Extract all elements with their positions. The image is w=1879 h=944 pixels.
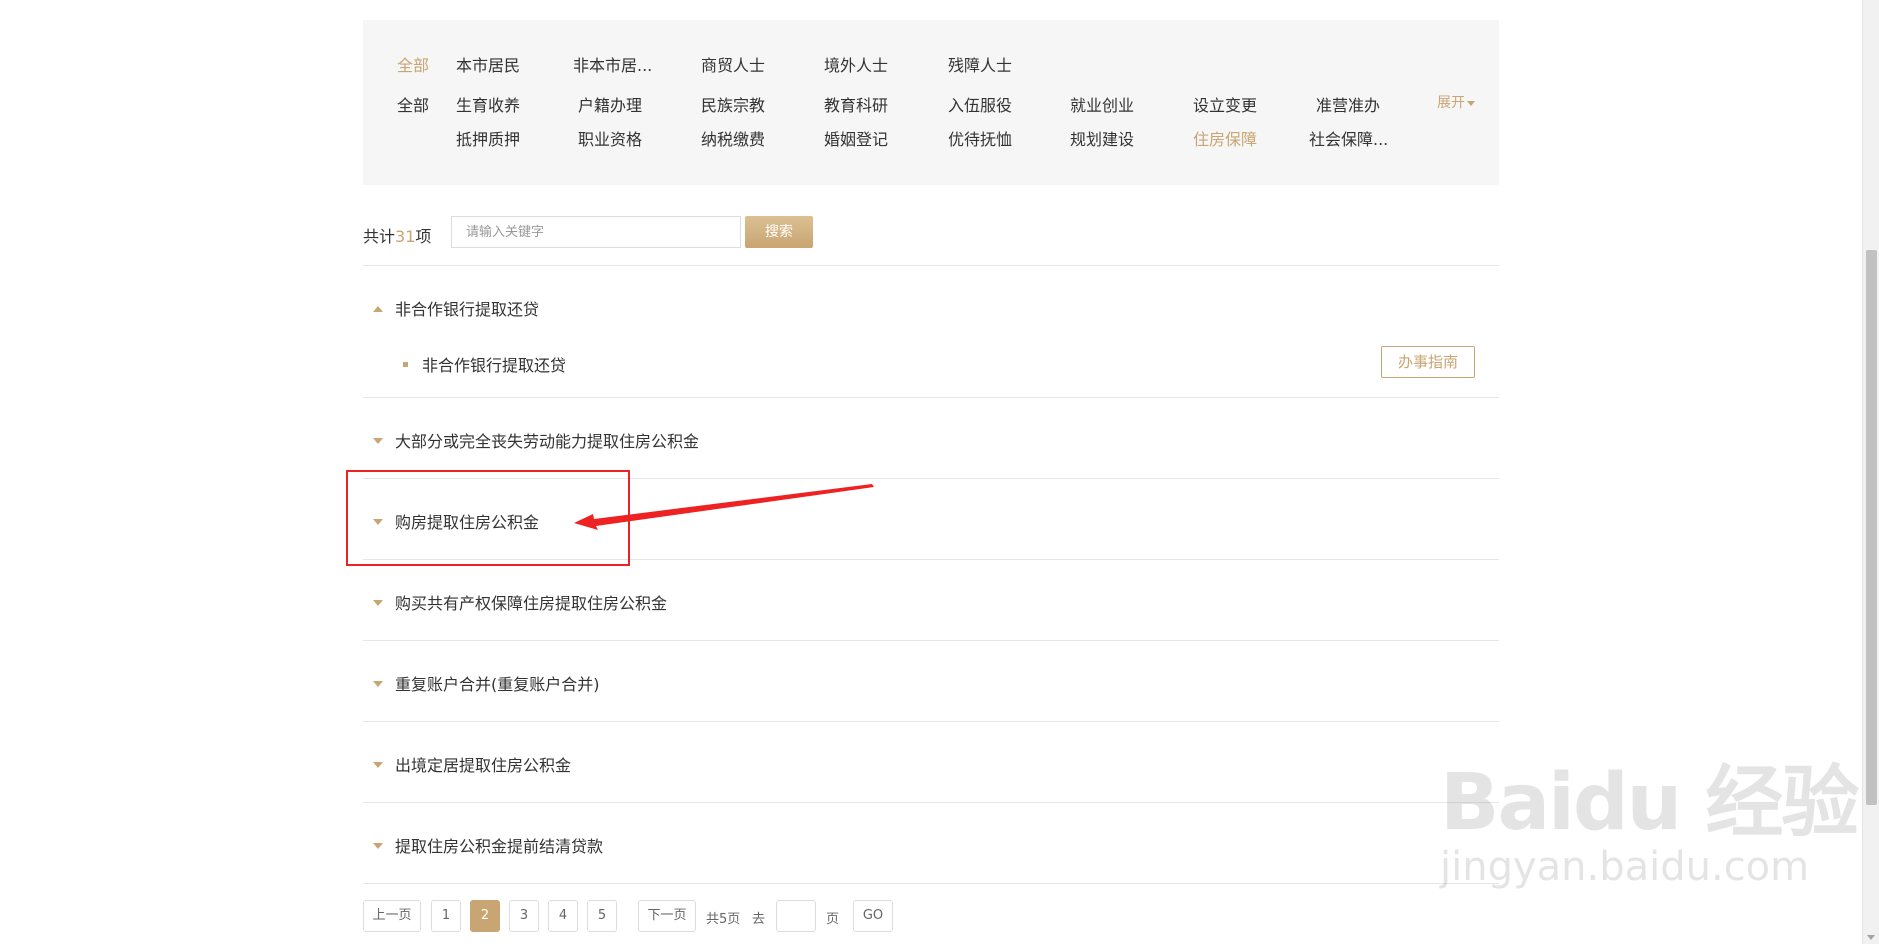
filter-all-audience[interactable]: 全部: [397, 52, 429, 76]
filter-topic-marriage-registration[interactable]: 婚姻登记: [824, 126, 888, 150]
filter-topic-preferential-care[interactable]: 优待抚恤: [948, 126, 1012, 150]
filter-topic-military-service[interactable]: 入伍服役: [948, 92, 1012, 116]
page-button[interactable]: 5: [587, 900, 617, 932]
search-input[interactable]: [451, 216, 741, 248]
category-filter-panel: 全部 本市居民 非本市居... 商贸人士 境外人士 残障人士 全部 生育收养 户…: [363, 20, 1499, 185]
accordion-item: 出境定居提取住房公积金: [363, 722, 1499, 803]
filter-topic-planning-construction[interactable]: 规划建设: [1070, 126, 1134, 150]
page-button-current[interactable]: 2: [470, 900, 500, 932]
expand-label: 展开: [1437, 95, 1465, 111]
accordion-item: 提取住房公积金提前结清贷款: [363, 803, 1499, 884]
count-prefix: 共计: [363, 227, 396, 246]
caret-down-icon: [373, 842, 383, 849]
filter-topic-ethnic-religion[interactable]: 民族宗教: [701, 92, 765, 116]
filter-topic-social-security[interactable]: 社会保障...: [1309, 126, 1388, 150]
accordion-title: 购房提取住房公积金: [395, 513, 540, 532]
caret-down-icon: [373, 680, 383, 687]
accordion-header[interactable]: 出境定居提取住房公积金: [373, 752, 571, 776]
page-button[interactable]: 1: [431, 900, 461, 932]
accordion-title: 重复账户合并(重复账户合并): [395, 675, 600, 694]
count-number: 31: [395, 227, 416, 246]
filter-topic-employment[interactable]: 就业创业: [1070, 92, 1134, 116]
search-button[interactable]: 搜索: [745, 216, 813, 248]
search-row: 共计31项 搜索: [363, 215, 1499, 249]
filter-audience-business[interactable]: 商贸人士: [701, 52, 765, 76]
vertical-scrollbar[interactable]: [1862, 0, 1879, 944]
page-button[interactable]: 3: [509, 900, 539, 932]
accordion-item: 购房提取住房公积金: [363, 479, 1499, 560]
go-button[interactable]: GO: [853, 900, 893, 932]
accordion-title: 提取住房公积金提前结清贷款: [395, 837, 604, 856]
filter-topic-tax-payment[interactable]: 纳税缴费: [701, 126, 765, 150]
filter-topic-childbirth-adoption[interactable]: 生育收养: [456, 92, 520, 116]
filter-all-topic[interactable]: 全部: [397, 92, 429, 116]
scroll-down-arrow-icon[interactable]: [1867, 935, 1875, 940]
service-guide-button[interactable]: 办事指南: [1381, 346, 1475, 378]
result-count: 共计31项: [363, 223, 431, 247]
goto-label: 去: [752, 912, 766, 927]
total-pages: 共5页: [706, 912, 741, 927]
filter-topic-housing-security[interactable]: 住房保障: [1193, 126, 1257, 150]
filter-topic-household-registration[interactable]: 户籍办理: [578, 92, 642, 116]
accordion-header[interactable]: 大部分或完全丧失劳动能力提取住房公积金: [373, 428, 699, 452]
caret-down-icon: [373, 437, 383, 444]
filter-topic-establishment-change[interactable]: 设立变更: [1193, 92, 1257, 116]
next-page-button[interactable]: 下一页: [638, 900, 696, 932]
accordion-header[interactable]: 非合作银行提取还贷: [373, 296, 539, 320]
accordion-title: 非合作银行提取还贷: [395, 300, 540, 319]
filter-topic-professional-qualification[interactable]: 职业资格: [578, 126, 642, 150]
filter-audience-overseas[interactable]: 境外人士: [824, 52, 888, 76]
accordion-item: 大部分或完全丧失劳动能力提取住房公积金: [363, 398, 1499, 479]
caret-up-icon: [373, 305, 383, 312]
page-button[interactable]: 4: [548, 900, 578, 932]
filter-audience-non-local[interactable]: 非本市居...: [573, 52, 652, 76]
scrollbar-thumb[interactable]: [1866, 250, 1877, 805]
service-item[interactable]: 非合作银行提取还贷: [403, 352, 566, 376]
caret-down-icon: [373, 518, 383, 525]
filter-audience-local-residents[interactable]: 本市居民: [456, 52, 520, 76]
accordion-item: 非合作银行提取还贷 非合作银行提取还贷 办事指南: [363, 266, 1499, 398]
caret-down-icon: [373, 761, 383, 768]
accordion-header[interactable]: 购买共有产权保障住房提取住房公积金: [373, 590, 667, 614]
watermark-sub-text: jingyan.baidu.com: [1440, 844, 1810, 890]
filter-topic-mortgage-pledge[interactable]: 抵押质押: [456, 126, 520, 150]
accordion-item: 购买共有产权保障住房提取住房公积金: [363, 560, 1499, 641]
bullet-icon: [403, 362, 408, 367]
accordion-header[interactable]: 购房提取住房公积金: [373, 509, 539, 533]
count-suffix: 项: [415, 227, 432, 246]
chevron-down-icon: [1467, 100, 1475, 106]
accordion-title: 购买共有产权保障住房提取住房公积金: [395, 594, 668, 613]
expand-filters-button[interactable]: 展开: [1437, 92, 1475, 112]
caret-down-icon: [373, 599, 383, 606]
accordion-item: 重复账户合并(重复账户合并): [363, 641, 1499, 722]
goto-page-input[interactable]: [776, 900, 816, 932]
filter-topic-education-research[interactable]: 教育科研: [824, 92, 888, 116]
filter-topic-permits[interactable]: 准营准办: [1316, 92, 1380, 116]
page-unit-label: 页: [826, 912, 840, 927]
watermark-main-text: Baidu 经验: [1440, 758, 1859, 848]
accordion-header[interactable]: 提取住房公积金提前结清贷款: [373, 833, 603, 857]
accordion-title: 大部分或完全丧失劳动能力提取住房公积金: [395, 432, 700, 451]
baidu-jingyan-watermark: Baidu 经验 jingyan.baidu.com: [1440, 740, 1859, 890]
accordion-header[interactable]: 重复账户合并(重复账户合并): [373, 671, 600, 695]
service-item-label: 非合作银行提取还贷: [422, 356, 567, 375]
accordion-title: 出境定居提取住房公积金: [395, 756, 572, 775]
prev-page-button[interactable]: 上一页: [363, 900, 421, 932]
filter-audience-disabled[interactable]: 残障人士: [948, 52, 1012, 76]
